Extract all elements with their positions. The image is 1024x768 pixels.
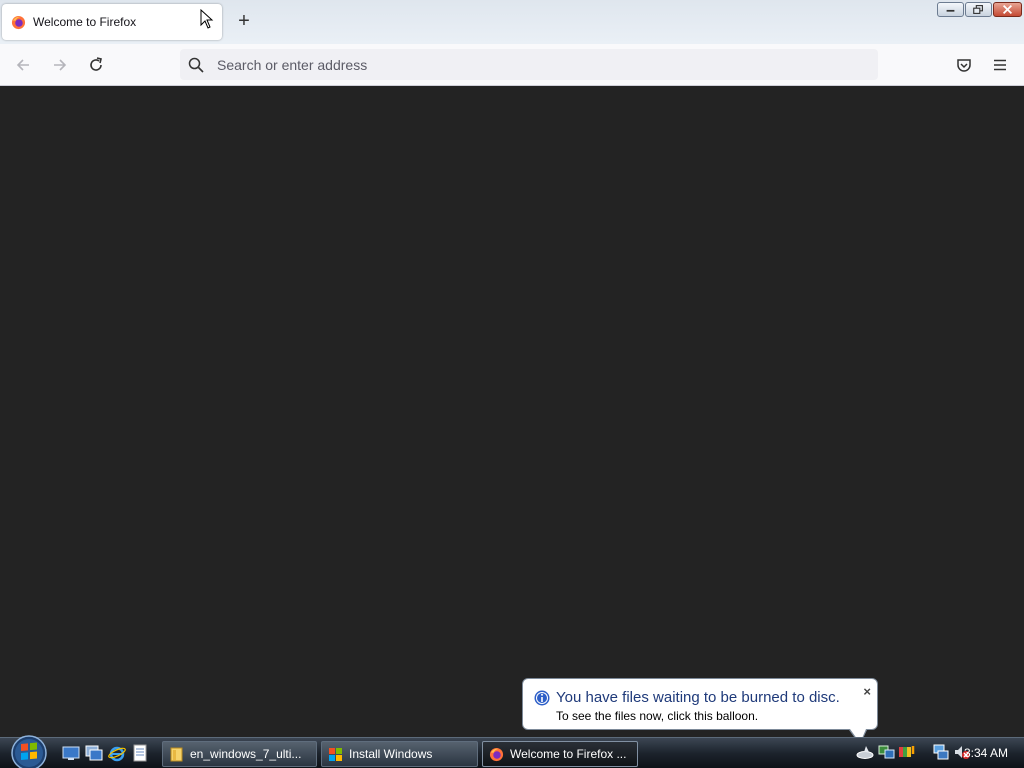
taskbar-button-label: Welcome to Firefox ... [510, 747, 627, 761]
address-bar[interactable] [180, 49, 878, 80]
windows-start-orb-icon[interactable] [9, 735, 49, 768]
network-icon[interactable] [877, 743, 895, 761]
tab-title: Welcome to Firefox [33, 15, 137, 29]
taskbar-button-install-windows[interactable]: Install Windows [321, 741, 478, 767]
minimize-icon [946, 9, 955, 12]
balloon-close-button[interactable]: × [863, 684, 871, 699]
minimize-button[interactable] [937, 2, 964, 17]
page-content [0, 86, 1024, 737]
info-icon [534, 690, 550, 706]
forward-arrow-icon [54, 59, 67, 71]
app-menu-button[interactable] [987, 52, 1013, 78]
close-icon [1002, 4, 1013, 15]
notepad-icon[interactable] [131, 744, 149, 762]
taskbar: en_windows_7_ulti... Install Windows Wel… [0, 735, 1024, 768]
burn-disc-icon[interactable] [856, 743, 874, 761]
network-connection-icon[interactable] [932, 743, 950, 761]
pocket-icon [957, 59, 971, 72]
security-alert-icon[interactable] [898, 743, 916, 761]
balloon-text: To see the files now, click this balloon… [556, 709, 759, 723]
balloon-title: You have files waiting to be burned to d… [556, 689, 840, 706]
restore-icon [973, 5, 983, 14]
taskbar-button-firefox[interactable]: Welcome to Firefox ... [482, 741, 638, 767]
notification-balloon[interactable]: You have files waiting to be burned to d… [522, 678, 878, 745]
address-input[interactable] [215, 55, 859, 74]
back-arrow-icon [16, 59, 29, 71]
switch-windows-icon[interactable] [85, 744, 103, 762]
windows-setup-icon [329, 747, 342, 761]
navigation-toolbar [0, 44, 1024, 86]
restore-button[interactable] [965, 2, 992, 17]
taskbar-button-label: en_windows_7_ulti... [190, 747, 302, 761]
taskbar-button-folder[interactable]: en_windows_7_ulti... [162, 741, 317, 767]
reload-icon [90, 57, 102, 71]
firefox-icon [489, 747, 504, 761]
back-button[interactable] [10, 52, 36, 78]
search-icon [188, 57, 204, 73]
reload-button[interactable] [83, 52, 109, 78]
mouse-cursor-icon [200, 9, 214, 29]
tab-strip: Welcome to Firefox + [0, 0, 1024, 44]
taskbar-clock[interactable]: 3:34 AM [964, 746, 1008, 760]
pocket-button[interactable] [951, 52, 977, 78]
taskbar-button-label: Install Windows [349, 747, 433, 761]
new-tab-button[interactable]: + [234, 11, 254, 31]
close-button[interactable] [993, 2, 1022, 17]
system-tray [856, 743, 971, 761]
window-controls [937, 2, 1022, 17]
internet-explorer-icon[interactable] [108, 744, 126, 762]
quick-launch [62, 744, 149, 762]
tab-welcome-to-firefox[interactable]: Welcome to Firefox [2, 4, 222, 40]
forward-button[interactable] [47, 52, 73, 78]
firefox-icon [11, 15, 26, 29]
folder-icon [170, 747, 183, 761]
hamburger-menu-icon [994, 59, 1006, 71]
show-desktop-icon[interactable] [62, 744, 80, 762]
